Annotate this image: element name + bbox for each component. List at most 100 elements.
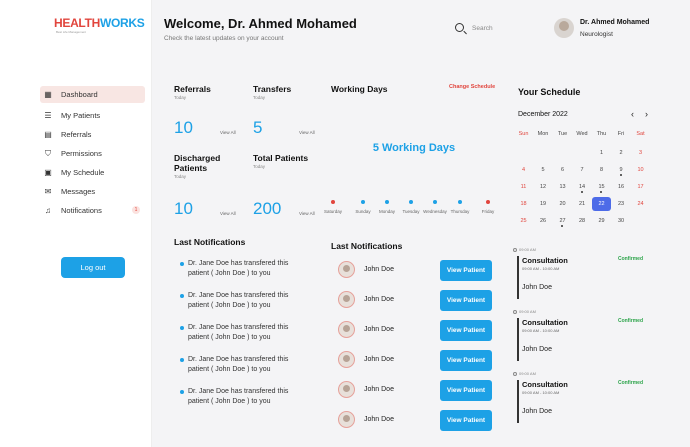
view-patient-button[interactable]: View Patient [440,410,492,431]
transfers-view-all-link[interactable]: View All [299,130,315,135]
referrals-sub: Today [174,95,187,100]
calendar-day[interactable]: 7 [573,163,592,177]
calendar-day[interactable]: 3 [631,146,650,160]
calendar-day[interactable]: 14 [573,180,592,194]
calendar-day-number: 25 [520,218,527,224]
notification-item[interactable]: Dr. Jane Doe has transfered this patient … [180,259,300,279]
view-patient-button[interactable]: View Patient [440,290,492,311]
calendar-day[interactable]: 6 [553,163,572,177]
logo-text-works: WORKS [99,16,145,30]
notification-item[interactable]: Dr. Jane Doe has transfered this patient … [180,323,300,343]
notification-text: Dr. Jane Doe has transfered this patient … [188,323,300,343]
sidebar-item-dashboard[interactable]: ▦ Dashboard [40,86,145,103]
calendar-day[interactable]: 24 [631,197,650,211]
calendar-day[interactable]: 9 [612,163,631,177]
calendar-weekday: Tue [557,131,568,137]
appointment-patient: John Doe [522,284,552,291]
calendar-day[interactable]: 19 [534,197,553,211]
referrals-view-all-link[interactable]: View All [220,130,236,135]
calendar-weekday: Wed [576,131,588,137]
notification-text: Dr. Jane Doe has transfered this patient … [188,291,300,311]
calendar-day[interactable]: 8 [592,163,611,177]
messages-icon: ✉ [44,186,52,196]
calendar-day-number: 21 [578,201,586,207]
notification-item[interactable]: Dr. Jane Doe has transfered this patient … [180,387,300,407]
discharged-view-all-link[interactable]: View All [220,211,236,216]
total-patients-view-all-link[interactable]: View All [299,211,315,216]
calendar-day-number: 4 [521,167,526,173]
user-name: Dr. Ahmed Mohamed [580,19,650,26]
calendar-day[interactable]: 26 [534,214,553,228]
calendar-day[interactable]: 17 [631,180,650,194]
clock-icon [513,309,517,314]
sidebar-item-referrals[interactable]: ▤ Referrals [40,126,145,143]
avatar[interactable] [554,18,574,38]
day-indicator-dot [409,200,413,204]
notification-item[interactable]: Dr. Jane Doe has transfered this patient … [180,291,300,311]
calendar-day[interactable]: 5 [534,163,553,177]
search-icon[interactable] [455,23,464,32]
calendar-day[interactable]: 4 [514,163,533,177]
day-indicator-dot [486,200,490,204]
referrals-icon: ▤ [44,129,52,139]
discharged-card-header: Discharged Patients Today [174,153,220,179]
calendar-day-number: 5 [541,167,545,173]
sidebar-item-label: Messages [61,187,96,196]
calendar-day[interactable]: 16 [612,180,631,194]
page-title: Welcome, Dr. Ahmed Mohamed [164,16,357,31]
patient-avatar [338,321,355,338]
view-patient-button[interactable]: View Patient [440,380,492,401]
calendar-day[interactable]: 18 [514,197,533,211]
calendar-day[interactable]: 22 [592,197,611,211]
calendar-day[interactable]: 30 [612,214,631,228]
unread-dot [180,326,184,330]
patient-row: John Doe View Patient [338,380,493,402]
sidebar-item-my-schedule[interactable]: ▣ My Schedule [40,164,145,181]
view-patient-button[interactable]: View Patient [440,260,492,281]
clock-icon [513,371,517,376]
unread-dot [180,390,184,394]
patient-row: John Doe View Patient [338,410,493,432]
calendar-day[interactable]: 2 [612,146,631,160]
calendar-day[interactable]: 28 [573,214,592,228]
search-input[interactable]: Search [472,25,493,32]
calendar-day[interactable]: 27 [553,214,572,228]
calendar-day[interactable]: 13 [553,180,572,194]
notification-count-badge: 1 [132,206,140,214]
calendar-day[interactable]: 23 [612,197,631,211]
sidebar-item-my-patients[interactable]: ☰ My Patients [40,107,145,124]
chevron-right-icon[interactable]: › [645,109,648,119]
calendar-day[interactable]: 10 [631,163,650,177]
calendar-day[interactable]: 25 [514,214,533,228]
calendar-day[interactable]: 29 [592,214,611,228]
sidebar-item-notifications[interactable]: ♫ Notifications 1 [40,202,145,219]
calendar-day[interactable]: 11 [514,180,533,194]
day-indicator-dot [361,200,365,204]
day-indicator-dot [331,200,335,204]
change-schedule-link[interactable]: Change Schedule [449,84,495,90]
sidebar-item-permissions[interactable]: ⛉ Permissions [40,145,145,162]
calendar-day-number: 19 [539,201,547,207]
logo-tagline: Best Life Management [56,30,87,34]
dashboard-icon: ▦ [44,89,52,99]
calendar-day[interactable]: 12 [534,180,553,194]
calendar-day[interactable]: 15 [592,180,611,194]
user-role: Neurologist [580,31,613,38]
calendar-day-number: 8 [599,167,604,173]
day-indicator-dot [458,200,462,204]
calendar-day[interactable]: 20 [553,197,572,211]
logout-button[interactable]: Log out [61,257,125,278]
sidebar-item-messages[interactable]: ✉ Messages [40,183,145,200]
view-patient-button[interactable]: View Patient [440,320,492,341]
calendar-day-number: 18 [520,201,527,207]
calendar-day-number: 1 [599,150,604,156]
chevron-left-icon[interactable]: ‹ [631,109,634,119]
view-patient-button[interactable]: View Patient [440,350,492,371]
calendar-day[interactable]: 1 [592,146,611,160]
notification-item[interactable]: Dr. Jane Doe has transfered this patient … [180,355,300,375]
notification-line: Dr. Jane Doe has transfered this [188,388,289,395]
patient-avatar [338,351,355,368]
timeline-bar [517,256,519,299]
healthworks-logo[interactable]: HEALTHWORKS [54,16,145,30]
calendar-day[interactable]: 21 [573,197,592,211]
